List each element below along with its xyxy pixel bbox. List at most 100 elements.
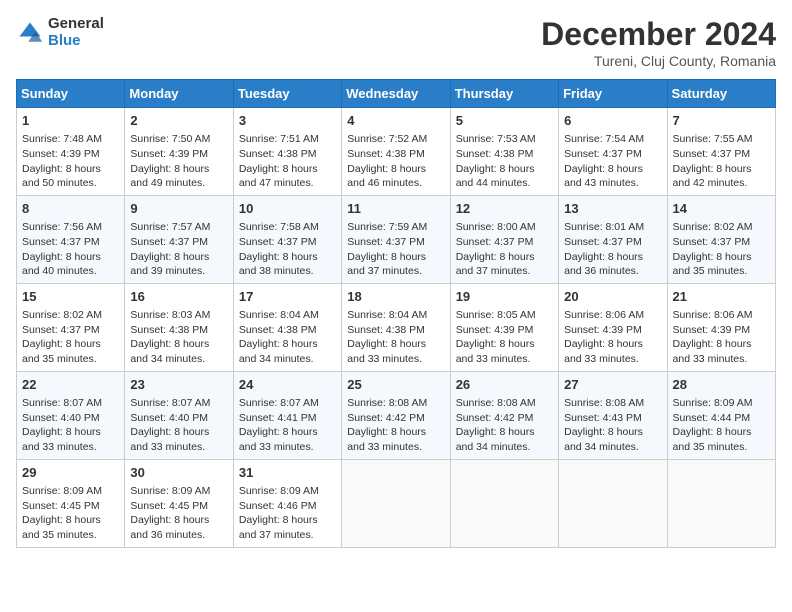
sunrise-text: Sunrise: 8:03 AM — [130, 309, 210, 321]
col-thursday: Thursday — [450, 80, 558, 108]
daylight-text: Daylight: 8 hours and 42 minutes. — [673, 163, 752, 190]
table-row: 12 Sunrise: 8:00 AM Sunset: 4:37 PM Dayligh… — [450, 195, 558, 283]
daylight-text: Daylight: 8 hours and 50 minutes. — [22, 163, 101, 190]
col-tuesday: Tuesday — [233, 80, 341, 108]
sunrise-text: Sunrise: 8:05 AM — [456, 309, 536, 321]
daylight-text: Daylight: 8 hours and 33 minutes. — [239, 426, 318, 453]
sunrise-text: Sunrise: 7:56 AM — [22, 221, 102, 233]
sunrise-text: Sunrise: 7:51 AM — [239, 133, 319, 145]
table-row: 29Sunrise: 8:09 AMSunset: 4:45 PMDayligh… — [17, 459, 125, 547]
sunrise-text: Sunrise: 8:02 AM — [673, 221, 753, 233]
sunrise-text: Sunrise: 8:08 AM — [564, 397, 644, 409]
day-number: 14 — [673, 200, 770, 218]
table-row: 24Sunrise: 8:07 AMSunset: 4:41 PMDayligh… — [233, 371, 341, 459]
day-number: 26 — [456, 376, 553, 394]
table-row: 6Sunrise: 7:54 AMSunset: 4:37 PMDaylight… — [559, 108, 667, 196]
day-number: 24 — [239, 376, 336, 394]
col-sunday: Sunday — [17, 80, 125, 108]
calendar-row: 22 Sunrise: 8:07 AM Sunset: 4:40 PM Dayligh… — [17, 371, 776, 459]
table-row: 18Sunrise: 8:04 AMSunset: 4:38 PMDayligh… — [342, 283, 450, 371]
day-number: 12 — [456, 200, 553, 218]
sunset-text: Sunset: 4:40 PM — [130, 412, 208, 424]
table-row: 11Sunrise: 7:59 AMSunset: 4:37 PMDayligh… — [342, 195, 450, 283]
logo-icon — [16, 19, 44, 47]
table-row: 27Sunrise: 8:08 AMSunset: 4:43 PMDayligh… — [559, 371, 667, 459]
table-row — [450, 459, 558, 547]
daylight-text: Daylight: 8 hours and 47 minutes. — [239, 163, 318, 190]
daylight-text: Daylight: 8 hours and 34 minutes. — [130, 338, 209, 365]
day-number: 3 — [239, 112, 336, 130]
day-number: 22 — [22, 376, 119, 394]
calendar-row: 29 Sunrise: 8:09 AM Sunset: 4:45 PM Dayligh… — [17, 459, 776, 547]
day-number: 2 — [130, 112, 227, 130]
table-row: 7Sunrise: 7:55 AMSunset: 4:37 PMDaylight… — [667, 108, 775, 196]
sunset-text: Sunset: 4:42 PM — [456, 412, 534, 424]
daylight-text: Daylight: 8 hours and 35 minutes. — [22, 514, 101, 541]
logo: General Blue — [16, 16, 104, 49]
col-friday: Friday — [559, 80, 667, 108]
day-number: 4 — [347, 112, 444, 130]
table-row: 8 Sunrise: 7:56 AM Sunset: 4:37 PM Daylight… — [17, 195, 125, 283]
daylight-text: Daylight: 8 hours and 36 minutes. — [130, 514, 209, 541]
sunset-text: Sunset: 4:46 PM — [239, 500, 317, 512]
daylight-text: Daylight: 8 hours and 37 minutes. — [456, 251, 535, 278]
day-number: 29 — [22, 464, 119, 482]
daylight-text: Daylight: 8 hours and 46 minutes. — [347, 163, 426, 190]
daylight-text: Daylight: 8 hours and 36 minutes. — [564, 251, 643, 278]
table-row: 19Sunrise: 8:05 AMSunset: 4:39 PMDayligh… — [450, 283, 558, 371]
table-row: 15Sunrise: 8:02 AMSunset: 4:37 PMDayligh… — [17, 283, 125, 371]
day-number: 16 — [130, 288, 227, 306]
day-number: 17 — [239, 288, 336, 306]
table-row — [342, 459, 450, 547]
sunrise-text: Sunrise: 7:53 AM — [456, 133, 536, 145]
sunrise-text: Sunrise: 8:00 AM — [456, 221, 536, 233]
table-row — [667, 459, 775, 547]
sunrise-text: Sunrise: 8:04 AM — [347, 309, 427, 321]
daylight-text: Daylight: 8 hours and 40 minutes. — [22, 251, 101, 278]
daylight-text: Daylight: 8 hours and 33 minutes. — [130, 426, 209, 453]
sunset-text: Sunset: 4:38 PM — [347, 324, 425, 336]
sunset-text: Sunset: 4:45 PM — [130, 500, 208, 512]
daylight-text: Daylight: 8 hours and 33 minutes. — [564, 338, 643, 365]
daylight-text: Daylight: 8 hours and 35 minutes. — [673, 426, 752, 453]
daylight-text: Daylight: 8 hours and 43 minutes. — [564, 163, 643, 190]
day-number: 13 — [564, 200, 661, 218]
daylight-text: Daylight: 8 hours and 49 minutes. — [130, 163, 209, 190]
sunset-text: Sunset: 4:37 PM — [456, 236, 534, 248]
day-number: 8 — [22, 200, 119, 218]
table-row: 31Sunrise: 8:09 AMSunset: 4:46 PMDayligh… — [233, 459, 341, 547]
day-number: 6 — [564, 112, 661, 130]
daylight-text: Daylight: 8 hours and 35 minutes. — [673, 251, 752, 278]
table-row: 5Sunrise: 7:53 AMSunset: 4:38 PMDaylight… — [450, 108, 558, 196]
sunrise-text: Sunrise: 8:07 AM — [239, 397, 319, 409]
sunrise-text: Sunrise: 8:09 AM — [22, 485, 102, 497]
day-number: 28 — [673, 376, 770, 394]
daylight-text: Daylight: 8 hours and 33 minutes. — [673, 338, 752, 365]
table-row: 16Sunrise: 8:03 AMSunset: 4:38 PMDayligh… — [125, 283, 233, 371]
daylight-text: Daylight: 8 hours and 37 minutes. — [239, 514, 318, 541]
daylight-text: Daylight: 8 hours and 39 minutes. — [130, 251, 209, 278]
sunset-text: Sunset: 4:39 PM — [564, 324, 642, 336]
table-row: 13Sunrise: 8:01 AMSunset: 4:37 PMDayligh… — [559, 195, 667, 283]
daylight-text: Daylight: 8 hours and 38 minutes. — [239, 251, 318, 278]
sunrise-text: Sunrise: 8:01 AM — [564, 221, 644, 233]
table-row: 20Sunrise: 8:06 AMSunset: 4:39 PMDayligh… — [559, 283, 667, 371]
sunset-text: Sunset: 4:37 PM — [22, 324, 100, 336]
sunrise-text: Sunrise: 7:50 AM — [130, 133, 210, 145]
table-row: 21Sunrise: 8:06 AMSunset: 4:39 PMDayligh… — [667, 283, 775, 371]
daylight-text: Daylight: 8 hours and 34 minutes. — [564, 426, 643, 453]
sunrise-text: Sunrise: 8:06 AM — [564, 309, 644, 321]
daylight-text: Daylight: 8 hours and 37 minutes. — [347, 251, 426, 278]
sunrise-text: Sunrise: 7:57 AM — [130, 221, 210, 233]
table-row: 2Sunrise: 7:50 AMSunset: 4:39 PMDaylight… — [125, 108, 233, 196]
table-row: 22Sunrise: 8:07 AMSunset: 4:40 PMDayligh… — [17, 371, 125, 459]
sunset-text: Sunset: 4:37 PM — [22, 236, 100, 248]
table-row: 3Sunrise: 7:51 AMSunset: 4:38 PMDaylight… — [233, 108, 341, 196]
sunset-text: Sunset: 4:43 PM — [564, 412, 642, 424]
col-monday: Monday — [125, 80, 233, 108]
day-number: 31 — [239, 464, 336, 482]
daylight-text: Daylight: 8 hours and 33 minutes. — [456, 338, 535, 365]
calendar-row: 8 Sunrise: 7:56 AM Sunset: 4:37 PM Daylight… — [17, 195, 776, 283]
page-header: General Blue December 2024 Tureni, Cluj … — [16, 16, 776, 69]
table-row — [559, 459, 667, 547]
